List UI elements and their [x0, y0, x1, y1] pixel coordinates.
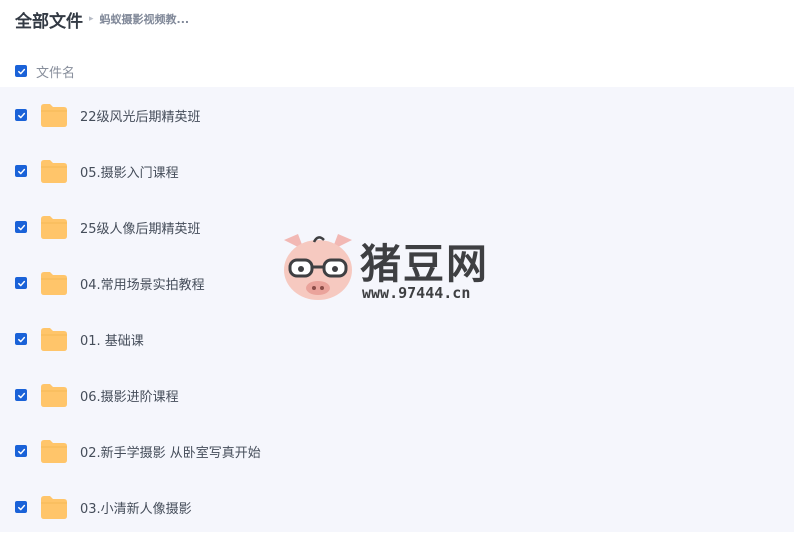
breadcrumb: 全部文件 ▸ 蚂蚁摄影视频教... — [15, 6, 189, 32]
file-row[interactable]: 01. 基础课 — [0, 311, 794, 367]
folder-icon — [41, 328, 67, 351]
file-checkbox[interactable] — [15, 165, 27, 177]
folder-icon — [41, 216, 67, 239]
file-name[interactable]: 22级风光后期精英班 — [80, 106, 201, 125]
folder-icon — [41, 160, 67, 183]
watermark-title: 猪豆网 — [360, 240, 489, 288]
checkmark-icon — [17, 224, 25, 230]
checkmark-icon — [17, 448, 25, 454]
file-checkbox[interactable] — [15, 277, 27, 289]
watermark: 猪豆网 www.97444.cn — [278, 230, 518, 306]
file-name[interactable]: 06.摄影进阶课程 — [80, 386, 179, 405]
file-row[interactable]: 05.摄影入门课程 — [0, 143, 794, 199]
watermark-url: www.97444.cn — [362, 284, 471, 302]
file-list: 22级风光后期精英班 05.摄影入门课程 25级人像后期精英班 04.常用场景实拍教程… — [0, 87, 794, 532]
column-filename-label[interactable]: 文件名 — [36, 62, 75, 81]
file-name[interactable]: 04.常用场景实拍教程 — [80, 274, 205, 293]
checkmark-icon — [17, 112, 25, 118]
checkmark-icon — [17, 68, 25, 74]
file-checkbox[interactable] — [15, 389, 27, 401]
folder-icon — [41, 384, 67, 407]
file-name[interactable]: 02.新手学摄影 从卧室写真开始 — [80, 442, 261, 461]
checkmark-icon — [17, 504, 25, 510]
file-row[interactable]: 02.新手学摄影 从卧室写真开始 — [0, 423, 794, 479]
folder-icon — [41, 272, 67, 295]
file-name[interactable]: 25级人像后期精英班 — [80, 218, 201, 237]
page-title[interactable]: 全部文件 — [15, 7, 83, 32]
file-name[interactable]: 01. 基础课 — [80, 330, 144, 349]
file-name[interactable]: 05.摄影入门课程 — [80, 162, 179, 181]
file-checkbox[interactable] — [15, 333, 27, 345]
select-all-checkbox[interactable] — [15, 65, 27, 77]
file-row[interactable]: 06.摄影进阶课程 — [0, 367, 794, 423]
checkmark-icon — [17, 168, 25, 174]
folder-icon — [41, 440, 67, 463]
column-header: 文件名 — [0, 56, 794, 86]
breadcrumb-separator-icon: ▸ — [89, 14, 94, 24]
file-checkbox[interactable] — [15, 445, 27, 457]
file-checkbox[interactable] — [15, 501, 27, 513]
file-checkbox[interactable] — [15, 109, 27, 121]
file-checkbox[interactable] — [15, 221, 27, 233]
file-row[interactable]: 03.小清新人像摄影 — [0, 479, 794, 535]
pig-logo-icon — [284, 234, 352, 300]
checkmark-icon — [17, 280, 25, 286]
file-row[interactable]: 22级风光后期精英班 — [0, 87, 794, 143]
file-name[interactable]: 03.小清新人像摄影 — [80, 498, 192, 517]
checkmark-icon — [17, 392, 25, 398]
folder-icon — [41, 104, 67, 127]
folder-icon — [41, 496, 67, 519]
breadcrumb-current[interactable]: 蚂蚁摄影视频教... — [100, 11, 190, 27]
checkmark-icon — [17, 336, 25, 342]
